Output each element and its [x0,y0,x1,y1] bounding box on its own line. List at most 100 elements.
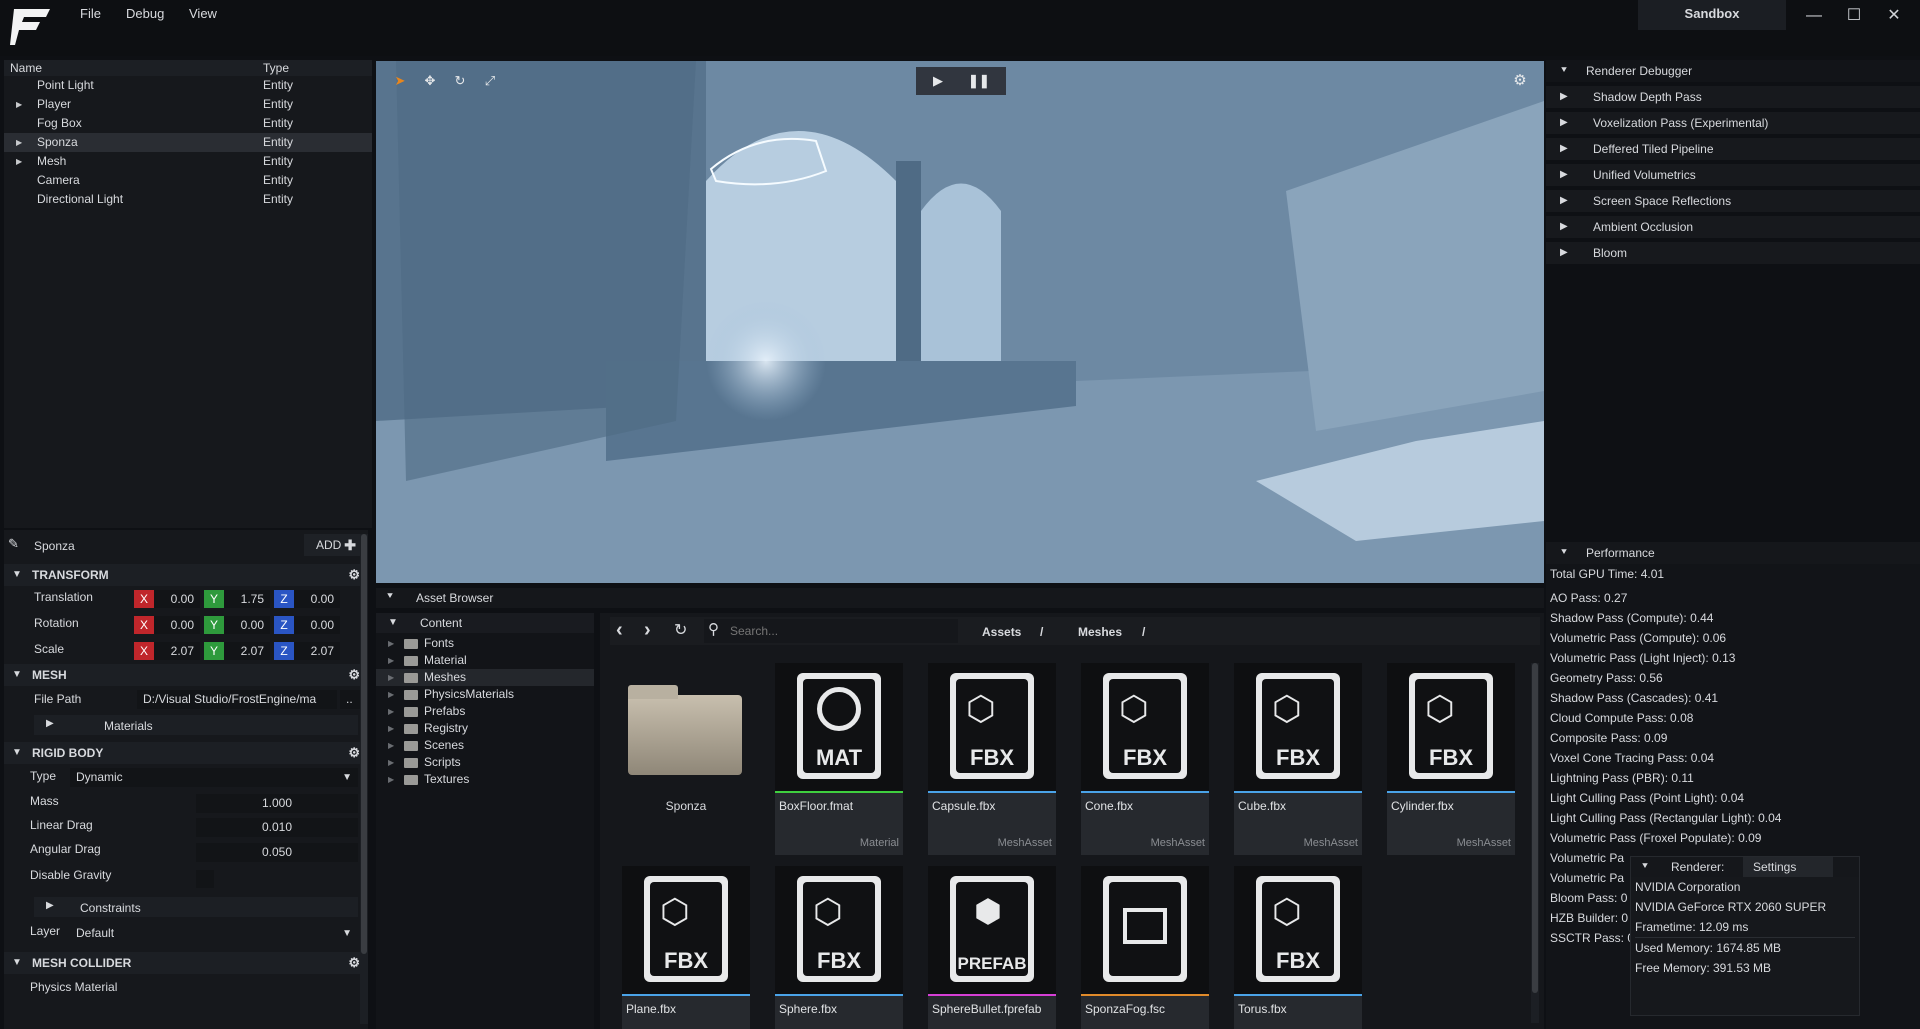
tab-renderer[interactable]: Renderer: [1671,857,1724,877]
mesh-section-header[interactable]: ▼ MESH ⚙ [4,664,368,686]
maximize-button[interactable]: ☐ [1834,4,1874,28]
gear-icon[interactable]: ⚙ [348,564,360,586]
pencil-icon[interactable]: ✎ [8,536,19,552]
scene-viewport[interactable]: ➤ ✥ ↻ ⤢ ▶ ❚❚ ⚙ [376,61,1544,583]
folder-item[interactable]: ▶ Scripts [376,754,594,771]
mass-field[interactable]: 1.000 [196,794,358,813]
hierarchy-row[interactable]: Directional Light Entity [4,190,372,209]
hierarchy-row[interactable]: ▶ Mesh Entity [4,152,372,171]
scale-tool-icon[interactable]: ⤢ [480,71,500,91]
tab-settings[interactable]: Settings [1743,857,1833,877]
asset-tile[interactable]: MAT BoxFloor.fmat Material [775,663,903,855]
renderer-pass-item[interactable]: ▶ Voxelization Pass (Experimental) [1546,112,1920,134]
select-tool-icon[interactable]: ➤ [390,71,410,91]
search-box[interactable]: ⚲ [704,619,958,643]
menu-debug[interactable]: Debug [126,6,164,21]
renderer-pass-item[interactable]: ▶ Screen Space Reflections [1546,190,1920,212]
asset-tile[interactable]: Sponza [622,663,750,855]
tree-root[interactable]: ▼ Content [376,613,594,633]
scrollbar-thumb[interactable] [1532,663,1538,993]
rotation-y-field[interactable]: 0.00 [224,616,270,634]
folder-item[interactable]: ▶ Meshes [376,669,594,686]
renderer-pass-item[interactable]: ▶ Unified Volumetrics [1546,164,1920,186]
play-button-icon[interactable]: ▶ [928,71,948,91]
hierarchy-row-selected[interactable]: ▶ Sponza Entity [4,133,372,152]
pause-button-icon[interactable]: ❚❚ [968,71,990,91]
entity-name-field[interactable]: Sponza [34,539,75,553]
angular-drag-field[interactable]: 0.050 [196,843,358,862]
expand-arrow-icon[interactable]: ▶ [16,133,22,152]
linear-drag-field[interactable]: 0.010 [196,818,358,837]
asset-tile[interactable]: ⬡ FBX Cube.fbx MeshAsset [1234,663,1362,855]
folder-item[interactable]: ▶ Scenes [376,737,594,754]
add-component-button[interactable]: ADD ✚ [304,534,360,556]
constraints-header[interactable]: ▶ Constraints [34,897,358,917]
breadcrumb-assets[interactable]: Assets [982,625,1021,639]
materials-header[interactable]: ▶ Materials [34,715,358,735]
refresh-icon[interactable]: ↻ [674,620,687,640]
asset-tile[interactable]: ⬡ FBX Torus.fbx [1234,866,1362,1029]
gear-icon[interactable]: ⚙ [348,742,360,764]
renderer-debugger-header[interactable]: ⯆ Renderer Debugger [1546,60,1920,82]
rigid-body-section-header[interactable]: ▼ RIGID BODY ⚙ [4,742,368,764]
translation-y-field[interactable]: 1.75 [224,590,270,608]
disable-gravity-checkbox[interactable] [196,870,214,888]
asset-tile[interactable]: ⬡ FBX Cylinder.fbx MeshAsset [1387,663,1515,855]
translation-x-field[interactable]: 0.00 [154,590,200,608]
renderer-pass-item[interactable]: ▶ Shadow Depth Pass [1546,86,1920,108]
translation-z-field[interactable]: 0.00 [294,590,340,608]
browse-button[interactable]: .. [340,690,360,709]
search-input[interactable] [730,622,950,640]
rotation-x-field[interactable]: 0.00 [154,616,200,634]
rotation-z-field[interactable]: 0.00 [294,616,340,634]
scale-x-field[interactable]: 2.07 [154,642,200,660]
inspector-scrollbar[interactable] [360,534,368,1024]
folder-item[interactable]: ▶ Textures [376,771,594,788]
asset-tile[interactable]: ⬡ FBX Plane.fbx [622,866,750,1029]
gear-icon[interactable]: ⚙ [348,952,360,974]
asset-browser-header[interactable]: ⯆ Asset Browser [376,588,1544,608]
expand-arrow-icon[interactable]: ▶ [16,152,22,171]
asset-tile[interactable]: ⬡ FBX Cone.fbx MeshAsset [1081,663,1209,855]
collapse-icon[interactable]: ⯆ [1641,857,1649,877]
close-button[interactable]: ✕ [1874,4,1914,28]
viewport-settings-gear-icon[interactable]: ⚙ [1510,71,1530,91]
performance-header[interactable]: ⯆ Performance [1546,542,1920,564]
asset-tile[interactable]: ⬢ PREFAB SphereBullet.fprefab [928,866,1056,1029]
renderer-pass-item[interactable]: ▶ Deffered Tiled Pipeline [1546,138,1920,160]
transform-section-header[interactable]: ▼ TRANSFORM ⚙ [4,564,368,586]
hierarchy-row[interactable]: Point Light Entity [4,76,372,95]
forward-arrow-icon[interactable]: › [644,619,651,642]
renderer-pass-item[interactable]: ▶ Bloom [1546,242,1920,264]
materials-row[interactable]: ▶ Materials [4,712,368,738]
menu-view[interactable]: View [189,6,217,21]
file-path-field[interactable]: D:/Visual Studio/FrostEngine/ma [137,690,337,709]
folder-item[interactable]: ▶ Registry [376,720,594,737]
hierarchy-row[interactable]: Camera Entity [4,171,372,190]
minimize-button[interactable]: — [1794,4,1834,28]
asset-tile[interactable]: ⬡ FBX Capsule.fbx MeshAsset [928,663,1056,855]
type-dropdown[interactable]: Dynamic ▼ [70,768,358,787]
layer-dropdown[interactable]: Default ▼ [70,924,358,943]
folder-item[interactable]: ▶ Material [376,652,594,669]
scrollbar-thumb[interactable] [361,534,367,954]
asset-tile[interactable]: SponzaFog.fsc [1081,866,1209,1029]
scale-z-field[interactable]: 2.07 [294,642,340,660]
gear-icon[interactable]: ⚙ [348,664,360,686]
move-tool-icon[interactable]: ✥ [420,71,440,91]
mesh-collider-section-header[interactable]: ▼ MESH COLLIDER ⚙ [4,952,368,974]
asset-tile[interactable]: ⬡ FBX Sphere.fbx [775,866,903,1029]
hierarchy-row[interactable]: ▶ Player Entity [4,95,372,114]
hierarchy-row[interactable]: Fog Box Entity [4,114,372,133]
expand-arrow-icon[interactable]: ▶ [16,95,22,114]
folder-item[interactable]: ▶ Prefabs [376,703,594,720]
menu-file[interactable]: File [80,6,101,21]
folder-item[interactable]: ▶ Fonts [376,635,594,652]
back-arrow-icon[interactable]: ‹ [616,619,623,642]
breadcrumb-meshes[interactable]: Meshes [1078,625,1122,639]
rotate-tool-icon[interactable]: ↻ [450,71,470,91]
constraints-row[interactable]: ▶ Constraints [4,894,368,920]
renderer-pass-item[interactable]: ▶ Ambient Occlusion [1546,216,1920,238]
folder-item[interactable]: ▶ PhysicsMaterials [376,686,594,703]
scale-y-field[interactable]: 2.07 [224,642,270,660]
